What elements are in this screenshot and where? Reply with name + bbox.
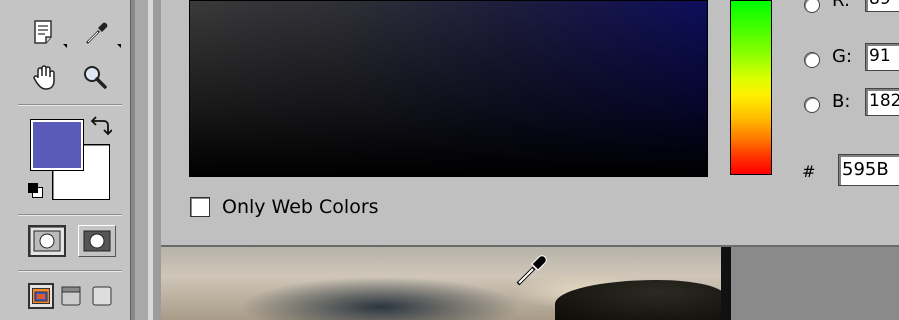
eyedropper-flyout-indicator xyxy=(117,44,121,48)
hue-slider[interactable] xyxy=(730,0,772,175)
hand-tool-button[interactable] xyxy=(30,62,60,92)
quick-mask-mode-icon xyxy=(83,230,111,252)
zoom-tool-button[interactable] xyxy=(80,62,110,92)
hex-value-field[interactable]: 595B xyxy=(838,154,899,186)
b-value-field[interactable]: 182 xyxy=(865,88,899,116)
notes-flyout-indicator xyxy=(63,44,67,48)
workspace-background xyxy=(731,247,899,320)
notes-tool-button[interactable] xyxy=(30,18,60,48)
r-value-field[interactable]: 89 xyxy=(865,0,899,12)
notes-icon xyxy=(34,20,52,44)
r-label: R: xyxy=(832,0,851,11)
g-label: G: xyxy=(832,46,853,67)
full-screen-mode-button[interactable] xyxy=(91,284,113,308)
panel-gutter xyxy=(135,0,148,320)
quick-mask-mode-button[interactable] xyxy=(78,225,116,257)
swap-colors-button[interactable] xyxy=(90,115,113,137)
hex-label: # xyxy=(802,162,816,181)
full-screen-menu-mode-button[interactable] xyxy=(60,284,82,308)
full-screen-menu-icon xyxy=(61,286,81,306)
color-field[interactable] xyxy=(189,0,708,177)
swap-arrows-icon xyxy=(90,116,113,136)
eyedropper-cursor-icon xyxy=(516,255,547,286)
hand-icon xyxy=(33,65,55,90)
toolbox-divider xyxy=(18,270,122,272)
b-label: B: xyxy=(832,91,851,112)
only-web-colors-label: Only Web Colors xyxy=(222,196,379,218)
toolbox-divider xyxy=(18,214,122,216)
eyedropper-icon xyxy=(86,22,108,44)
only-web-colors-checkbox[interactable] xyxy=(190,197,210,217)
panel-gutter-shadow xyxy=(153,0,161,320)
default-colors-icon-front xyxy=(28,183,38,193)
standard-mode-icon xyxy=(33,230,61,252)
standard-screen-mode-button[interactable] xyxy=(28,283,54,309)
zoom-icon xyxy=(84,66,107,89)
foreground-color-swatch[interactable] xyxy=(30,119,84,171)
toolbox xyxy=(0,0,130,320)
default-colors-button[interactable] xyxy=(28,183,43,198)
canvas-border xyxy=(721,247,731,320)
g-radio[interactable] xyxy=(804,52,820,68)
standard-screen-icon xyxy=(32,288,50,304)
eyedropper-tool-button[interactable] xyxy=(82,18,112,48)
g-value-field[interactable]: 91 xyxy=(865,43,899,71)
eyedropper-cursor xyxy=(514,254,548,288)
toolbox-divider xyxy=(18,104,122,106)
b-radio[interactable] xyxy=(804,97,820,113)
full-screen-icon xyxy=(92,286,112,306)
standard-mode-button[interactable] xyxy=(28,225,66,257)
